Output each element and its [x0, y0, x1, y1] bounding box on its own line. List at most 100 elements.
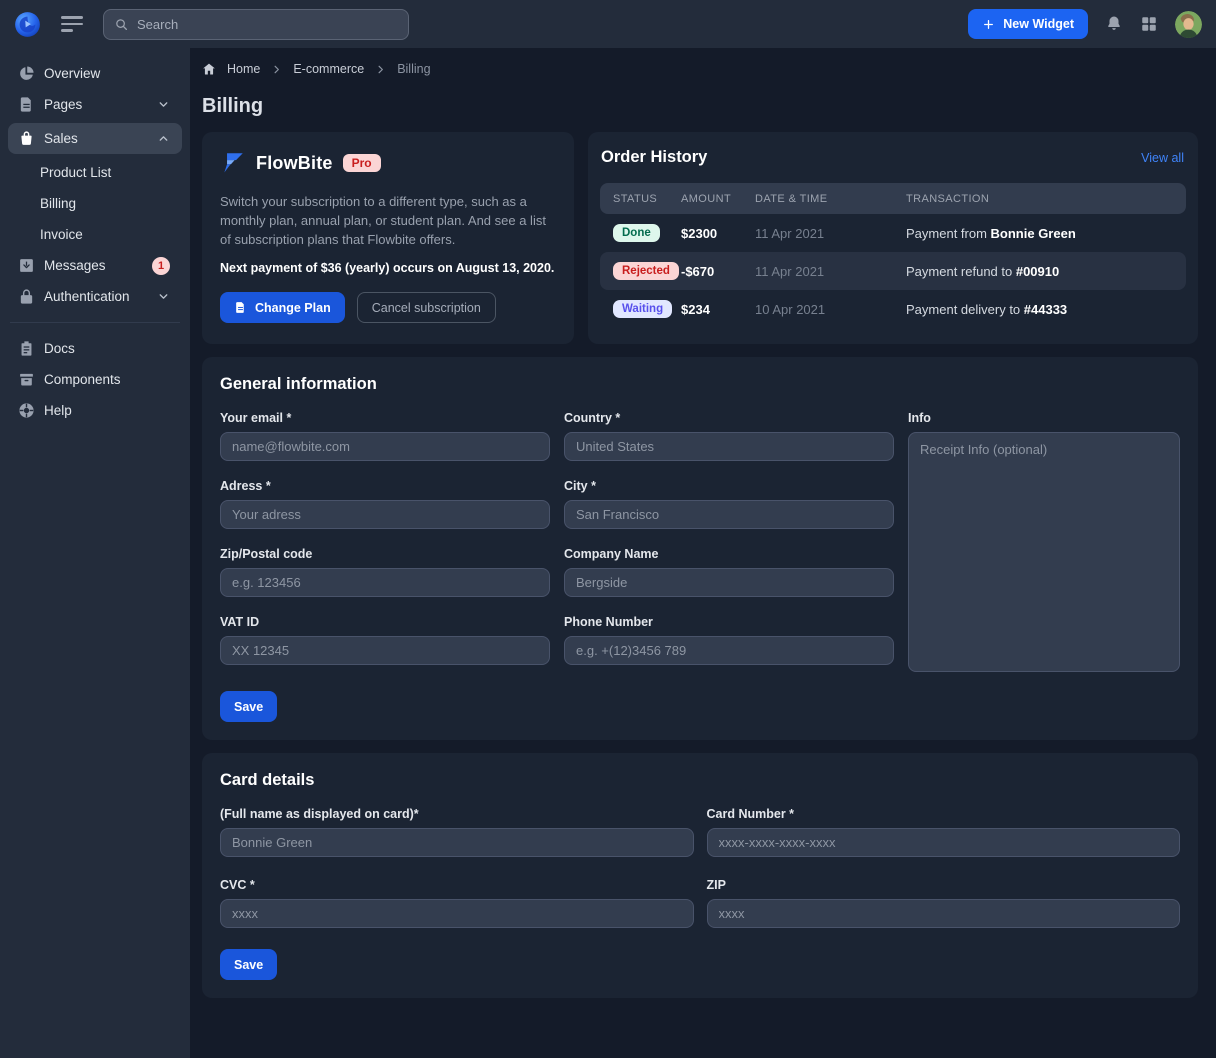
- new-widget-label: New Widget: [1003, 17, 1074, 31]
- amount-cell: $2300: [681, 226, 755, 241]
- change-plan-button[interactable]: Change Plan: [220, 292, 345, 323]
- sidebar-item-authentication[interactable]: Authentication: [8, 281, 182, 312]
- flowbite-logo-icon[interactable]: [14, 11, 41, 38]
- receipt-info-textarea[interactable]: [908, 432, 1180, 672]
- zip-card-label: ZIP: [707, 878, 1181, 892]
- shopping-bag-icon: [18, 130, 35, 147]
- sidebar: Overview Pages Sales Product List Billin…: [0, 48, 190, 1058]
- sidebar-item-label: Components: [44, 372, 121, 387]
- document-icon: [18, 96, 35, 113]
- zip-card-field[interactable]: [707, 899, 1181, 928]
- general-information-card: General information Your email * Adress …: [202, 357, 1198, 740]
- sidebar-item-product-list[interactable]: Product List: [8, 157, 182, 188]
- transaction-cell: Payment from Bonnie Green: [906, 226, 1186, 241]
- phone-label: Phone Number: [564, 615, 894, 629]
- search-input[interactable]: [137, 17, 398, 32]
- address-label: Adress *: [220, 479, 550, 493]
- subscription-card: FlowBite Pro Switch your subscription to…: [202, 132, 574, 344]
- country-field[interactable]: [564, 432, 894, 461]
- sidebar-item-label: Authentication: [44, 289, 130, 304]
- breadcrumb-home[interactable]: Home: [227, 62, 260, 76]
- sidebar-toggle-icon[interactable]: [61, 16, 83, 32]
- breadcrumb-ecommerce[interactable]: E-commerce: [293, 62, 364, 76]
- zip-card-field-group: ZIP: [707, 878, 1181, 928]
- order-table-header: STATUS AMOUNT DATE & TIME TRANSACTION: [600, 183, 1186, 214]
- sidebar-item-invoice[interactable]: Invoice: [8, 219, 182, 250]
- vat-field-group: VAT ID: [220, 615, 550, 665]
- sidebar-item-sales[interactable]: Sales: [8, 123, 182, 154]
- sidebar-item-pages[interactable]: Pages: [8, 89, 182, 120]
- view-all-link[interactable]: View all: [1141, 151, 1184, 165]
- card-number-field-group: Card Number *: [707, 807, 1181, 857]
- company-label: Company Name: [564, 547, 894, 561]
- change-plan-label: Change Plan: [255, 301, 331, 315]
- new-widget-button[interactable]: New Widget: [968, 9, 1088, 39]
- column-header-amount: AMOUNT: [681, 193, 755, 205]
- navbar-search: [103, 9, 409, 40]
- flowbite-brand-icon: [220, 150, 246, 176]
- info-label: Info: [908, 411, 1180, 425]
- address-field-group: Adress *: [220, 479, 550, 529]
- city-field-group: City *: [564, 479, 894, 529]
- country-label: Country *: [564, 411, 894, 425]
- sidebar-item-billing[interactable]: Billing: [8, 188, 182, 219]
- cvc-field-group: CVC *: [220, 878, 694, 928]
- general-info-save-button[interactable]: Save: [220, 691, 277, 722]
- sidebar-item-help[interactable]: Help: [8, 395, 182, 426]
- file-icon: [234, 301, 247, 314]
- company-name-field[interactable]: [564, 568, 894, 597]
- chevron-down-icon: [157, 290, 170, 303]
- next-payment-note: Next payment of $36 (yearly) occurs on A…: [220, 261, 556, 275]
- card-number-field[interactable]: [707, 828, 1181, 857]
- transaction-cell: Payment delivery to #44333: [906, 302, 1186, 317]
- email-field-group: Your email *: [220, 411, 550, 461]
- vat-label: VAT ID: [220, 615, 550, 629]
- email-field[interactable]: [220, 432, 550, 461]
- zip-label: Zip/Postal code: [220, 547, 550, 561]
- sidebar-item-overview[interactable]: Overview: [8, 58, 182, 89]
- notifications-bell-icon[interactable]: [1105, 15, 1123, 33]
- order-history-title: Order History: [601, 148, 707, 167]
- brand-name: FlowBite: [256, 153, 333, 174]
- card-details-card: Card details (Full name as displayed on …: [202, 753, 1198, 998]
- order-history-card: Order History View all STATUS AMOUNT DAT…: [588, 132, 1198, 344]
- chevron-right-icon: [375, 64, 386, 75]
- pie-chart-icon: [18, 65, 35, 82]
- address-field[interactable]: [220, 500, 550, 529]
- user-avatar[interactable]: [1175, 11, 1202, 38]
- plus-icon: [982, 18, 995, 31]
- apps-grid-icon[interactable]: [1140, 15, 1158, 33]
- sidebar-item-messages[interactable]: Messages 1: [8, 250, 182, 281]
- card-details-save-button[interactable]: Save: [220, 949, 277, 980]
- amount-cell: -$670: [681, 264, 755, 279]
- email-label: Your email *: [220, 411, 550, 425]
- cancel-subscription-button[interactable]: Cancel subscription: [357, 292, 496, 323]
- messages-count-badge: 1: [152, 257, 170, 275]
- sidebar-item-label: Overview: [44, 66, 100, 81]
- sidebar-item-label: Invoice: [40, 227, 83, 242]
- sidebar-item-docs[interactable]: Docs: [8, 333, 182, 364]
- chevron-right-icon: [271, 64, 282, 75]
- sidebar-item-label: Billing: [40, 196, 76, 211]
- sidebar-item-label: Messages: [44, 258, 106, 273]
- amount-cell: $234: [681, 302, 755, 317]
- city-field[interactable]: [564, 500, 894, 529]
- cardholder-name-field[interactable]: [220, 828, 694, 857]
- column-header-transaction: TRANSACTION: [906, 193, 1186, 205]
- table-row: Done $2300 11 Apr 2021 Payment from Bonn…: [600, 214, 1186, 252]
- card-details-title: Card details: [220, 771, 1180, 790]
- chevron-up-icon: [157, 132, 170, 145]
- vat-id-field[interactable]: [220, 636, 550, 665]
- archive-icon: [18, 371, 35, 388]
- table-row: Waiting $234 10 Apr 2021 Payment deliver…: [600, 290, 1186, 328]
- phone-number-field[interactable]: [564, 636, 894, 665]
- cardholder-label: (Full name as displayed on card)*: [220, 807, 694, 821]
- sidebar-item-label: Product List: [40, 165, 111, 180]
- cvc-field[interactable]: [220, 899, 694, 928]
- country-field-group: Country *: [564, 411, 894, 461]
- phone-field-group: Phone Number: [564, 615, 894, 665]
- sidebar-item-label: Sales: [44, 131, 78, 146]
- sidebar-item-label: Help: [44, 403, 72, 418]
- zip-postal-field[interactable]: [220, 568, 550, 597]
- sidebar-item-components[interactable]: Components: [8, 364, 182, 395]
